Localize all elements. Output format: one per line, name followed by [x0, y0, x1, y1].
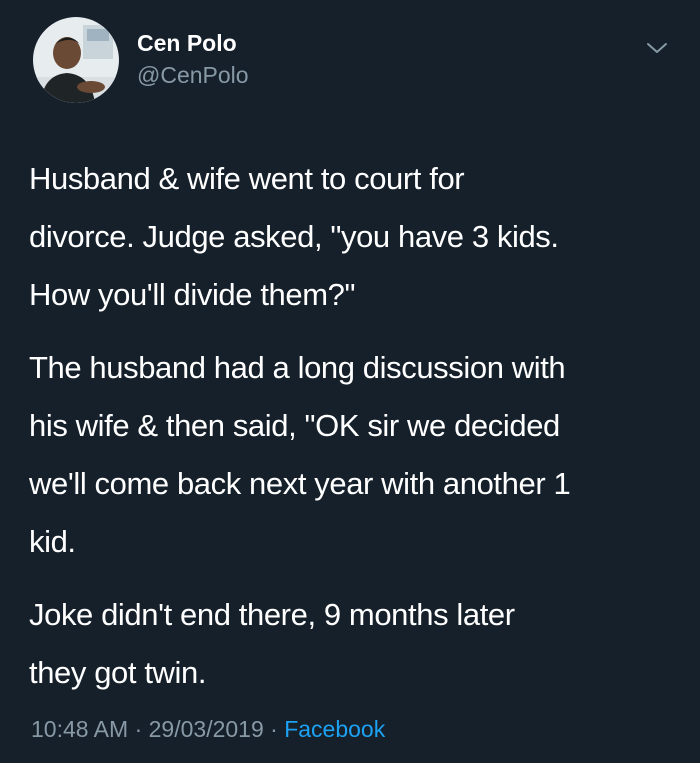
chevron-down-icon [647, 43, 667, 53]
tweet-paragraph: Husband & wife went to court for divorce… [29, 161, 559, 312]
author-handle[interactable]: @CenPolo [137, 62, 249, 89]
tweet-card: Cen Polo @CenPolo Husband & wife went to… [0, 0, 700, 763]
tweet-text: Husband & wife went to court for divorce… [29, 150, 679, 717]
tweet-paragraph: Joke didn't end there, 9 months later th… [29, 597, 515, 690]
tweet-date[interactable]: 29/03/2019 [149, 716, 264, 742]
author-display-name[interactable]: Cen Polo [137, 30, 237, 57]
meta-separator: · [270, 716, 278, 742]
tweet-metadata: 10:48 AM · 29/03/2019 · Facebook [31, 716, 385, 743]
meta-separator: · [134, 716, 143, 742]
tweet-time[interactable]: 10:48 AM [31, 716, 128, 742]
avatar-image [33, 17, 119, 103]
more-options-button[interactable] [645, 36, 669, 60]
tweet-source-link[interactable]: Facebook [284, 716, 385, 742]
avatar[interactable] [33, 17, 119, 103]
tweet-paragraph: The husband had a long discussion with h… [29, 350, 571, 559]
